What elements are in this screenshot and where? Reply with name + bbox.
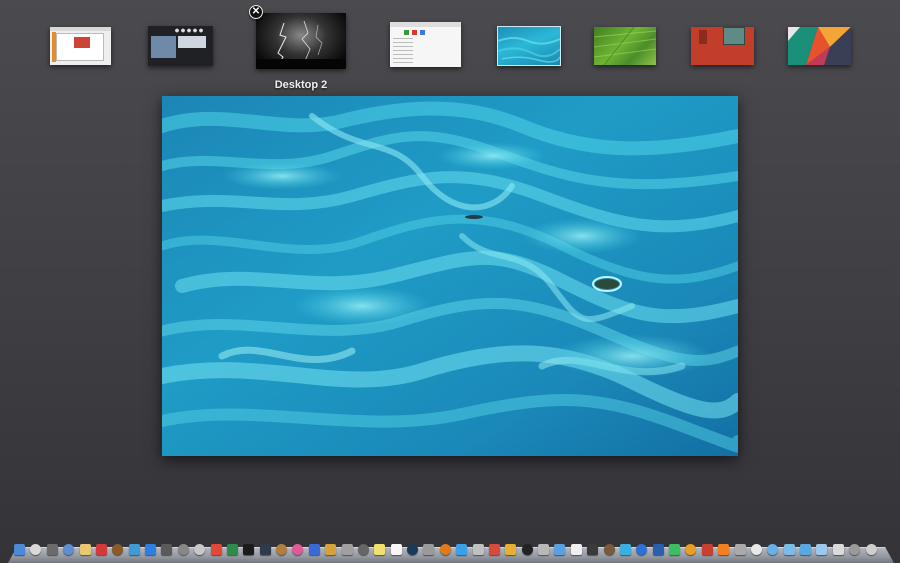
space-thumbnail-1[interactable] bbox=[50, 27, 111, 65]
safari-icon[interactable] bbox=[30, 544, 42, 555]
ocean-mini-image bbox=[498, 37, 560, 63]
picasa-icon[interactable] bbox=[505, 544, 517, 555]
thumb-icon bbox=[404, 30, 409, 35]
itunes-icon[interactable] bbox=[128, 544, 140, 555]
facetime-icon[interactable] bbox=[669, 544, 681, 555]
field-image bbox=[594, 27, 656, 65]
photo-icon[interactable] bbox=[46, 544, 58, 555]
space-thumbnail-2[interactable] bbox=[148, 26, 213, 66]
textedit-icon[interactable] bbox=[390, 544, 402, 555]
contacts-icon[interactable] bbox=[603, 544, 615, 555]
thumb-panel bbox=[151, 36, 176, 58]
chrome-icon[interactable] bbox=[210, 544, 222, 555]
thumb-panel-2 bbox=[178, 36, 206, 48]
space-thumbnail-5-current[interactable] bbox=[497, 26, 561, 66]
dock bbox=[8, 541, 894, 563]
guitar-icon[interactable] bbox=[276, 544, 288, 555]
downloads-icon[interactable] bbox=[800, 544, 812, 555]
clock-icon[interactable] bbox=[521, 544, 533, 555]
chart-icon[interactable] bbox=[570, 544, 582, 555]
music-icon[interactable] bbox=[292, 544, 304, 555]
calendar-icon[interactable] bbox=[95, 544, 107, 555]
compass-icon[interactable] bbox=[161, 544, 173, 555]
quicktime-icon[interactable] bbox=[407, 544, 419, 555]
network-icon[interactable] bbox=[554, 544, 566, 555]
mail-icon[interactable] bbox=[63, 544, 75, 555]
notes-icon[interactable] bbox=[79, 544, 91, 555]
folder-icon-2[interactable] bbox=[783, 544, 795, 555]
thumb-image bbox=[74, 37, 90, 48]
firefox-icon[interactable] bbox=[439, 544, 451, 555]
space-thumbnail-8[interactable] bbox=[788, 27, 851, 65]
ocean-wallpaper bbox=[162, 96, 738, 456]
camera-icon[interactable] bbox=[341, 544, 353, 555]
calculator-icon[interactable] bbox=[357, 544, 369, 555]
desktop-2-thumbnail[interactable] bbox=[256, 13, 346, 69]
spaces-bar: ✕ Desktop 2 bbox=[0, 0, 900, 95]
photobooth-icon[interactable] bbox=[194, 544, 206, 555]
system-icon[interactable] bbox=[177, 544, 189, 555]
pages-icon[interactable] bbox=[750, 544, 762, 555]
thumb-toolbar bbox=[390, 22, 461, 27]
news-icon[interactable] bbox=[488, 544, 500, 555]
current-desktop-preview[interactable] bbox=[162, 96, 738, 456]
space-thumbnail-7[interactable] bbox=[691, 27, 754, 65]
thumb-icon bbox=[412, 30, 417, 35]
thumb-controls bbox=[174, 28, 204, 33]
activity-icon[interactable] bbox=[259, 544, 271, 555]
documents-icon[interactable] bbox=[816, 544, 828, 555]
lightning-image bbox=[256, 20, 346, 69]
preview-icon[interactable] bbox=[325, 544, 337, 555]
xcode-icon[interactable] bbox=[308, 544, 320, 555]
space-thumbnail-6[interactable] bbox=[594, 27, 656, 65]
stickies-icon[interactable] bbox=[374, 544, 386, 555]
geometric-image bbox=[788, 27, 851, 65]
terminal-icon[interactable] bbox=[243, 544, 255, 555]
image-stack-icon[interactable] bbox=[849, 544, 861, 555]
desktop-2-label: Desktop 2 bbox=[274, 79, 328, 91]
utility-icon[interactable] bbox=[538, 544, 550, 555]
preferences-icon[interactable] bbox=[423, 544, 435, 555]
thumb-icon bbox=[420, 30, 425, 35]
dock-icons bbox=[14, 544, 894, 560]
appstore-icon[interactable] bbox=[145, 544, 157, 555]
keychain-icon[interactable] bbox=[472, 544, 484, 555]
thumb-list bbox=[393, 38, 413, 64]
finder-icon[interactable] bbox=[14, 544, 25, 555]
gear-icon[interactable] bbox=[734, 544, 746, 555]
maps-icon[interactable] bbox=[226, 544, 238, 555]
globe-icon[interactable] bbox=[636, 544, 648, 555]
wall-shadow bbox=[699, 30, 707, 44]
vlc-icon[interactable] bbox=[718, 544, 730, 555]
trash-icon[interactable] bbox=[865, 544, 877, 555]
stack-icon[interactable] bbox=[832, 544, 844, 555]
window-shutter bbox=[723, 27, 745, 45]
sketch-icon[interactable] bbox=[685, 544, 697, 555]
thumb-menubar bbox=[50, 27, 111, 31]
monitor-icon[interactable] bbox=[587, 544, 599, 555]
book-icon[interactable] bbox=[112, 544, 124, 555]
office-icon[interactable] bbox=[701, 544, 713, 555]
space-thumbnail-4[interactable] bbox=[390, 22, 461, 67]
twitter-icon[interactable] bbox=[456, 544, 468, 555]
messages-icon[interactable] bbox=[619, 544, 631, 555]
folder-icon[interactable] bbox=[767, 544, 779, 555]
word-icon[interactable] bbox=[652, 544, 664, 555]
close-desktop-button[interactable]: ✕ bbox=[249, 5, 263, 19]
